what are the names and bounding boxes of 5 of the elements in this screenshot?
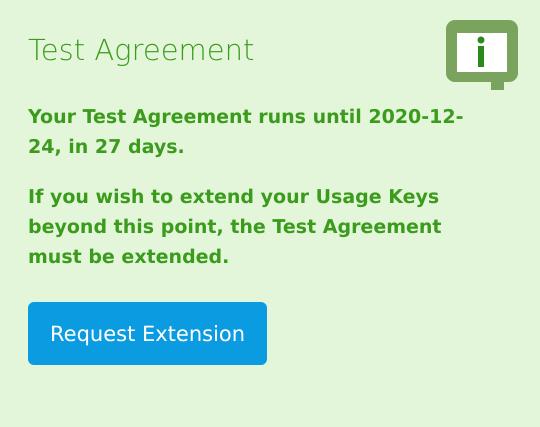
card-title: Test Agreement [28,32,254,69]
info-icon [445,19,519,91]
info-paragraph: If you wish to extend your Usage Keys beyond this point, the Test Agreement must be extended. [28,185,443,270]
request-extension-button[interactable]: Request Extension [28,302,268,365]
info-paragraph: Your Test Agreement runs until 2020-12-24, in 27 days. [28,105,464,160]
